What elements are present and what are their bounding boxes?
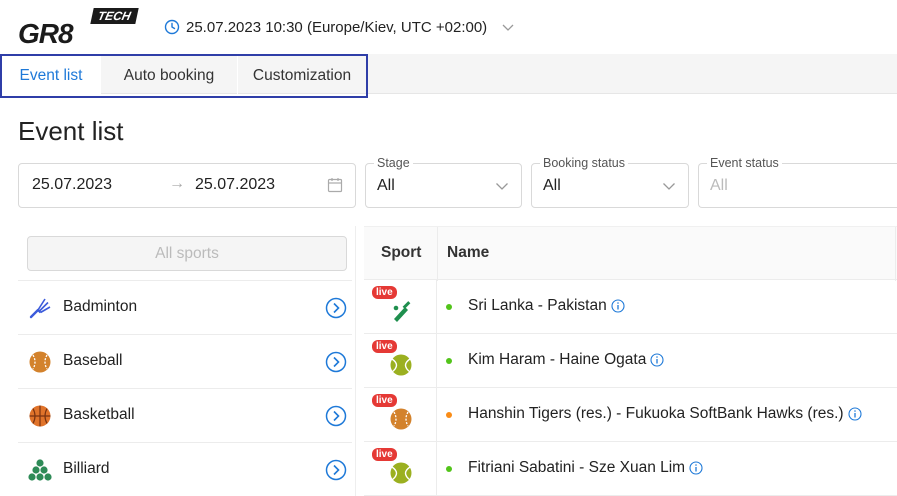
stage-select[interactable]: Stage All	[365, 156, 522, 208]
chevron-down-icon	[496, 183, 508, 190]
column-divider	[895, 227, 896, 281]
table-row[interactable]: live Fitriani Sabatini - Sze Xuan Lim	[364, 442, 897, 496]
calendar-icon[interactable]	[327, 177, 343, 193]
event-status-placeholder: All	[710, 177, 728, 194]
arrow-right-circle-icon[interactable]	[325, 351, 347, 373]
stage-value: All	[377, 177, 395, 194]
table-row[interactable]: live Hanshin Tigers (res.) - Fukuoka Sof…	[364, 388, 897, 442]
info-icon[interactable]	[689, 461, 703, 475]
event-name-text: Fitriani Sabatini - Sze Xuan Lim	[468, 459, 686, 476]
stage-label: Stage	[374, 156, 413, 170]
status-dot	[446, 358, 452, 364]
event-name-text: Hanshin Tigers (res.) - Fukuoka SoftBank…	[468, 405, 844, 422]
sport-item-badminton[interactable]: Badminton	[18, 280, 352, 334]
table-header: Sport Name	[364, 226, 897, 281]
info-icon[interactable]	[848, 407, 862, 421]
event-name[interactable]: Hanshin Tigers (res.) - Fukuoka SoftBank…	[468, 405, 862, 423]
baseball-icon	[29, 351, 51, 373]
column-header-sport[interactable]: Sport	[381, 244, 421, 262]
tennis-icon	[390, 462, 412, 484]
logo-tag: TECH	[90, 8, 139, 24]
datetime-text: 25.07.2023 10:30 (Europe/Kiev, UTC +02:0…	[186, 18, 488, 36]
app-header: GR8 TECH 25.07.2023 10:30 (Europe/Kiev, …	[0, 0, 897, 54]
date-from-input[interactable]: 25.07.2023	[32, 176, 112, 194]
sport-cell: live	[364, 334, 437, 388]
event-name[interactable]: Sri Lanka - Pakistan	[468, 297, 625, 315]
booking-status-value: All	[543, 177, 561, 194]
timezone-selector[interactable]: 25.07.2023 10:30 (Europe/Kiev, UTC +02:0…	[164, 16, 515, 38]
date-range-arrow: →	[169, 175, 185, 192]
tennis-icon	[390, 354, 412, 376]
all-sports-button[interactable]: All sports	[27, 236, 347, 271]
event-name-text: Sri Lanka - Pakistan	[468, 297, 607, 314]
booking-status-label: Booking status	[540, 156, 628, 170]
sport-cell: live	[364, 388, 437, 442]
event-status-select[interactable]: Event status All	[698, 156, 897, 208]
tabs-highlight-frame	[0, 54, 368, 98]
column-header-name[interactable]: Name	[447, 244, 489, 262]
sport-item-label: Baseball	[63, 352, 123, 369]
sport-cell: live	[364, 442, 437, 496]
logo-text: GR8	[18, 18, 74, 49]
sport-item-billiard[interactable]: Billiard	[18, 442, 352, 496]
gr8-logo[interactable]: GR8 TECH	[18, 8, 142, 49]
arrow-right-circle-icon[interactable]	[325, 459, 347, 481]
event-name-text: Kim Haram - Haine Ogata	[468, 351, 647, 368]
sport-item-label: Basketball	[63, 406, 135, 423]
chevron-down-icon	[663, 183, 675, 190]
event-name[interactable]: Fitriani Sabatini - Sze Xuan Lim	[468, 459, 703, 477]
date-range-picker[interactable]: 25.07.2023 → 25.07.2023	[18, 163, 356, 208]
sport-item-label: Billiard	[63, 460, 110, 477]
sport-cell: live	[364, 280, 437, 334]
event-status-label: Event status	[707, 156, 782, 170]
badminton-icon	[29, 298, 51, 319]
sport-item-baseball[interactable]: Baseball	[18, 334, 352, 388]
page-title: Event list	[18, 116, 124, 146]
status-dot	[446, 304, 452, 310]
clock-icon	[164, 19, 180, 35]
info-icon[interactable]	[650, 353, 664, 367]
billiard-icon	[28, 459, 52, 481]
info-icon[interactable]	[611, 299, 625, 313]
table-row[interactable]: live Sri Lanka - Pakistan	[364, 280, 897, 334]
basketball-icon	[29, 405, 51, 427]
event-name[interactable]: Kim Haram - Haine Ogata	[468, 351, 664, 369]
status-dot	[446, 466, 452, 472]
date-to-input[interactable]: 25.07.2023	[195, 176, 275, 194]
arrow-right-circle-icon[interactable]	[325, 297, 347, 319]
baseball-icon	[390, 408, 412, 430]
table-row[interactable]: live Kim Haram - Haine Ogata	[364, 334, 897, 388]
booking-status-select[interactable]: Booking status All	[531, 156, 689, 208]
sport-item-label: Badminton	[63, 298, 138, 315]
cricket-icon	[393, 301, 411, 322]
column-divider	[437, 227, 438, 281]
sports-panel: All sports Badminton Baseball Basketball	[18, 226, 356, 496]
arrow-right-circle-icon[interactable]	[325, 405, 347, 427]
chevron-down-icon	[502, 24, 514, 31]
sport-item-basketball[interactable]: Basketball	[18, 388, 352, 442]
events-table: Sport Name live Sri Lanka - Pakistan liv…	[364, 226, 897, 496]
status-dot	[446, 412, 452, 418]
